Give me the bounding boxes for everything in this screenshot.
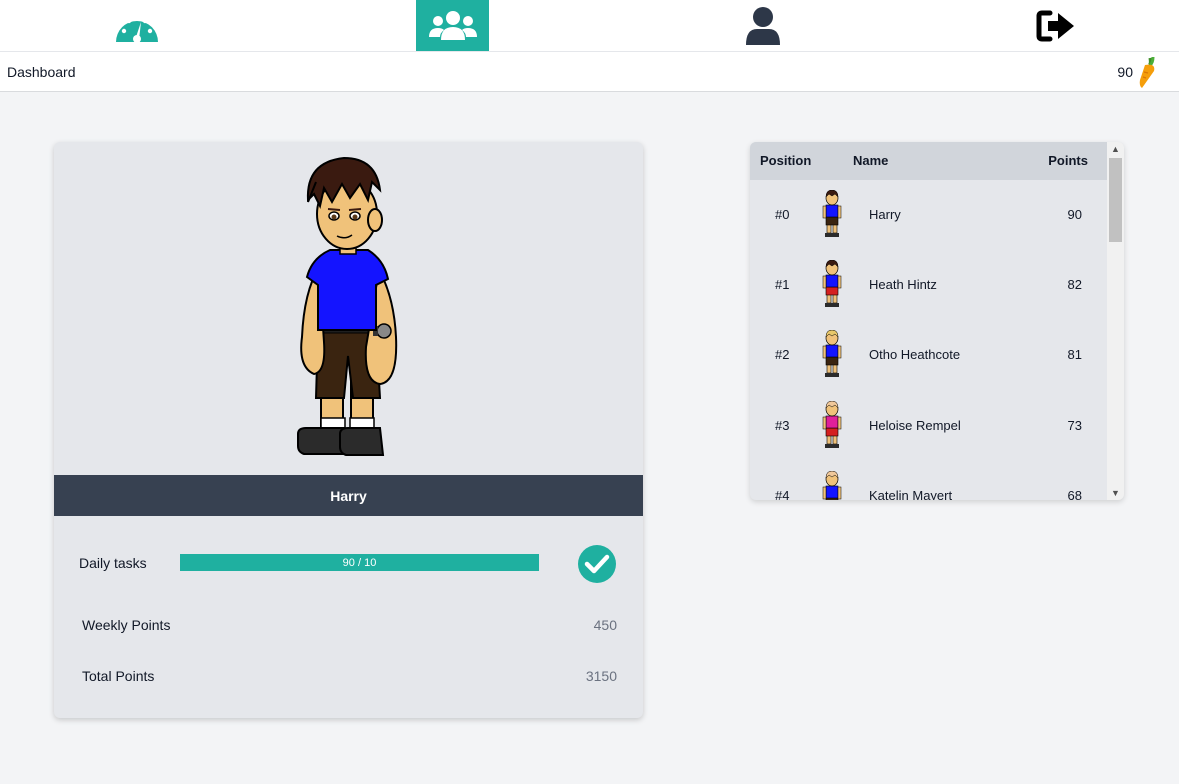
scroll-down-arrow-icon[interactable]: ▼: [1107, 486, 1124, 500]
mini-avatar: [822, 401, 842, 448]
nav-dashboard-button[interactable]: [100, 0, 173, 51]
total-points-value: 3150: [585, 668, 617, 684]
column-header-name[interactable]: Name: [853, 153, 888, 168]
total-points-label: Total Points: [82, 668, 155, 684]
row-points: 73: [1067, 418, 1082, 433]
row-points: 68: [1067, 488, 1082, 500]
row-position: #0: [775, 207, 790, 222]
carrot-icon: [1139, 56, 1155, 88]
avatar: [297, 156, 398, 456]
daily-tasks-progress-bar: 90 / 10: [180, 554, 539, 571]
row-points: 90: [1067, 207, 1082, 222]
mini-avatar: [822, 260, 842, 307]
weekly-points-value: 450: [593, 617, 617, 633]
mini-avatar: [822, 190, 842, 237]
leaderboard-scrollbar[interactable]: ▲ ▼: [1107, 142, 1124, 500]
row-position: #2: [775, 347, 790, 362]
row-name: Heath Hintz: [869, 277, 937, 292]
carrot-count: 90: [1117, 64, 1133, 80]
row-points: 81: [1067, 347, 1082, 362]
column-header-position[interactable]: Position: [760, 153, 811, 168]
leaderboard-header: Position Name Points: [750, 142, 1107, 180]
daily-tasks-label: Daily tasks: [79, 555, 147, 571]
row-points: 82: [1067, 277, 1082, 292]
mini-avatar: [822, 330, 842, 377]
row-position: #3: [775, 418, 790, 433]
mini-avatar: [822, 471, 842, 500]
row-name: Heloise Rempel: [869, 418, 961, 433]
leaderboard-row[interactable]: #1 Heath Hintz 82: [750, 250, 1107, 320]
top-nav: [0, 0, 1179, 51]
row-position: #4: [775, 488, 790, 500]
scroll-thumb[interactable]: [1109, 158, 1122, 242]
check-circle-icon: [578, 545, 616, 583]
leaderboard-row[interactable]: #2 Otho Heathcote 81: [750, 320, 1107, 390]
avatar-area: [54, 142, 643, 475]
scroll-up-arrow-icon[interactable]: ▲: [1107, 142, 1124, 156]
nav-logout-button[interactable]: [1019, 0, 1092, 51]
row-position: #1: [775, 277, 790, 292]
leaderboard-row[interactable]: #0 Harry 90: [750, 180, 1107, 250]
profile-card: Harry Daily tasks 90 / 10 Weekly Points …: [54, 142, 643, 718]
leaderboard[interactable]: Position Name Points #0 Harry 90 #1 Heat…: [750, 142, 1124, 500]
nav-profile-button[interactable]: [726, 0, 799, 51]
leaderboard-row[interactable]: #3 Heloise Rempel 73: [750, 391, 1107, 461]
row-name: Katelin Mayert: [869, 488, 953, 500]
logout-icon: [1036, 10, 1074, 41]
leaderboard-row[interactable]: #4 Katelin Mayert 68: [750, 461, 1107, 500]
column-header-points[interactable]: Points: [1048, 153, 1088, 168]
group-icon: [428, 10, 477, 40]
weekly-points-label: Weekly Points: [82, 617, 171, 633]
leaderboard-rows: #0 Harry 90 #1 Heath Hintz 82 #2 Otho He…: [750, 180, 1107, 500]
dashboard-gauge-icon: [115, 14, 158, 43]
nav-group-button[interactable]: [416, 0, 489, 51]
row-name: Otho Heathcote: [869, 347, 961, 362]
user-icon: [745, 6, 780, 45]
profile-name: Harry: [54, 475, 643, 516]
row-name: Harry: [869, 207, 901, 222]
page-title: Dashboard: [7, 64, 76, 80]
daily-tasks-progress-text: 90 / 10: [342, 556, 377, 569]
sub-header: Dashboard 90: [0, 51, 1179, 92]
